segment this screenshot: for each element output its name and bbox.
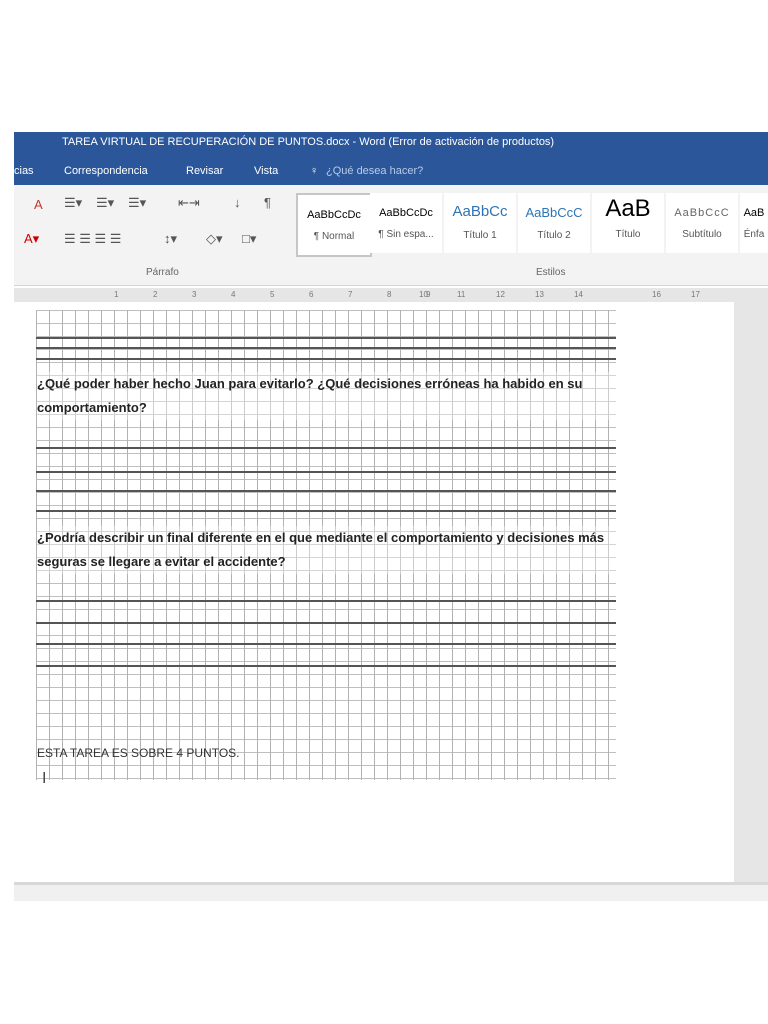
lightbulb-icon: ♀ (310, 165, 319, 177)
style-subtitulo[interactable]: AaBbCcC Subtítulo (666, 193, 738, 253)
answer-line (36, 665, 616, 667)
ruler-tick: 14 (574, 290, 583, 299)
line-spacing-icon[interactable]: ↕▾ (164, 231, 177, 247)
footer-note: ESTA TAREA ES SOBRE 4 PUNTOS. (37, 746, 240, 760)
ruler-tick: 16 (652, 290, 661, 299)
text-cursor-icon: I (42, 770, 47, 787)
ribbon: A ☰▾ ☰▾ ☰▾ ⇤⇥ ↓ ¶ A▾ ☰ ☰ ☰ ☰ ↕▾ ◇▾ □▾ Pá… (14, 185, 768, 286)
ruler-tick: 13 (535, 290, 544, 299)
ruler-tick: 8 (387, 290, 392, 299)
clear-format-icon[interactable]: A (34, 197, 43, 212)
answer-line (36, 337, 616, 339)
status-bar (14, 882, 768, 901)
ruler-tick: 5 (270, 290, 275, 299)
answer-line (36, 490, 616, 492)
group-label-estilos: Estilos (536, 267, 566, 278)
tab-referencias[interactable]: cias (14, 165, 34, 177)
align-icons[interactable]: ☰ ☰ ☰ ☰ (64, 231, 121, 247)
style-titulo[interactable]: AaB Título (592, 193, 664, 253)
ruler-tick: 3 (192, 290, 197, 299)
style-enfasis[interactable]: AaB Énfa (740, 193, 768, 253)
answer-line (36, 622, 616, 624)
tab-vista[interactable]: Vista (254, 165, 278, 177)
style-titulo-2[interactable]: AaBbCcC Título 2 (518, 193, 590, 253)
ruler-tick: 10 (419, 290, 428, 299)
vertical-scrollbar[interactable] (734, 288, 768, 882)
title-bar: TAREA VIRTUAL DE RECUPERACIÓN DE PUNTOS.… (14, 132, 768, 158)
question-2: ¿Podría describir un final diferente en … (37, 526, 627, 574)
ruler-tick: 1 (114, 290, 119, 299)
question-1: ¿Qué poder haber hecho Juan para evitarl… (37, 372, 627, 420)
style-sin-espaciado[interactable]: AaBbCcDc ¶ Sin espa... (370, 193, 442, 253)
style-normal[interactable]: AaBbCcDc ¶ Normal (296, 193, 372, 257)
tab-correspondencia[interactable]: Correspondencia (64, 165, 148, 177)
numbering-icon[interactable]: ☰▾ (96, 195, 114, 211)
ruler-tick: 17 (691, 290, 700, 299)
answer-line (36, 510, 616, 512)
sort-icon[interactable]: ↓ (234, 195, 241, 210)
group-label-parrafo: Párrafo (146, 267, 179, 278)
pilcrow-icon[interactable]: ¶ (264, 195, 271, 210)
answer-line (36, 643, 616, 645)
ruler-tick: 2 (153, 290, 158, 299)
ruler-tick: 6 (309, 290, 314, 299)
shading-icon[interactable]: ◇▾ (206, 231, 223, 247)
ruler[interactable]: 1 2 3 4 5 6 7 8 9 10 11 12 13 14 16 17 (14, 288, 734, 302)
indent-icon[interactable]: ⇤⇥ (178, 195, 200, 211)
ribbon-tabs: cias Correspondencia Revisar Vista ♀ ¿Qu… (14, 158, 768, 185)
style-titulo-1[interactable]: AaBbCc Título 1 (444, 193, 516, 253)
ruler-tick: 7 (348, 290, 353, 299)
borders-icon[interactable]: □▾ (242, 231, 256, 247)
tab-revisar[interactable]: Revisar (186, 165, 223, 177)
bullets-icon[interactable]: ☰▾ (64, 195, 82, 211)
multilevel-list-icon[interactable]: ☰▾ (128, 195, 146, 211)
font-color-icon[interactable]: A▾ (24, 231, 39, 247)
answer-line (36, 358, 616, 360)
ruler-tick: 12 (496, 290, 505, 299)
ruler-tick: 4 (231, 290, 236, 299)
tell-me-search[interactable]: ¿Qué desea hacer? (326, 165, 423, 177)
ruler-tick: 11 (457, 290, 466, 299)
answer-line (36, 471, 616, 473)
answer-line (36, 347, 616, 349)
window-title: TAREA VIRTUAL DE RECUPERACIÓN DE PUNTOS.… (62, 136, 555, 148)
answer-line (36, 447, 616, 449)
answer-line (36, 600, 616, 602)
